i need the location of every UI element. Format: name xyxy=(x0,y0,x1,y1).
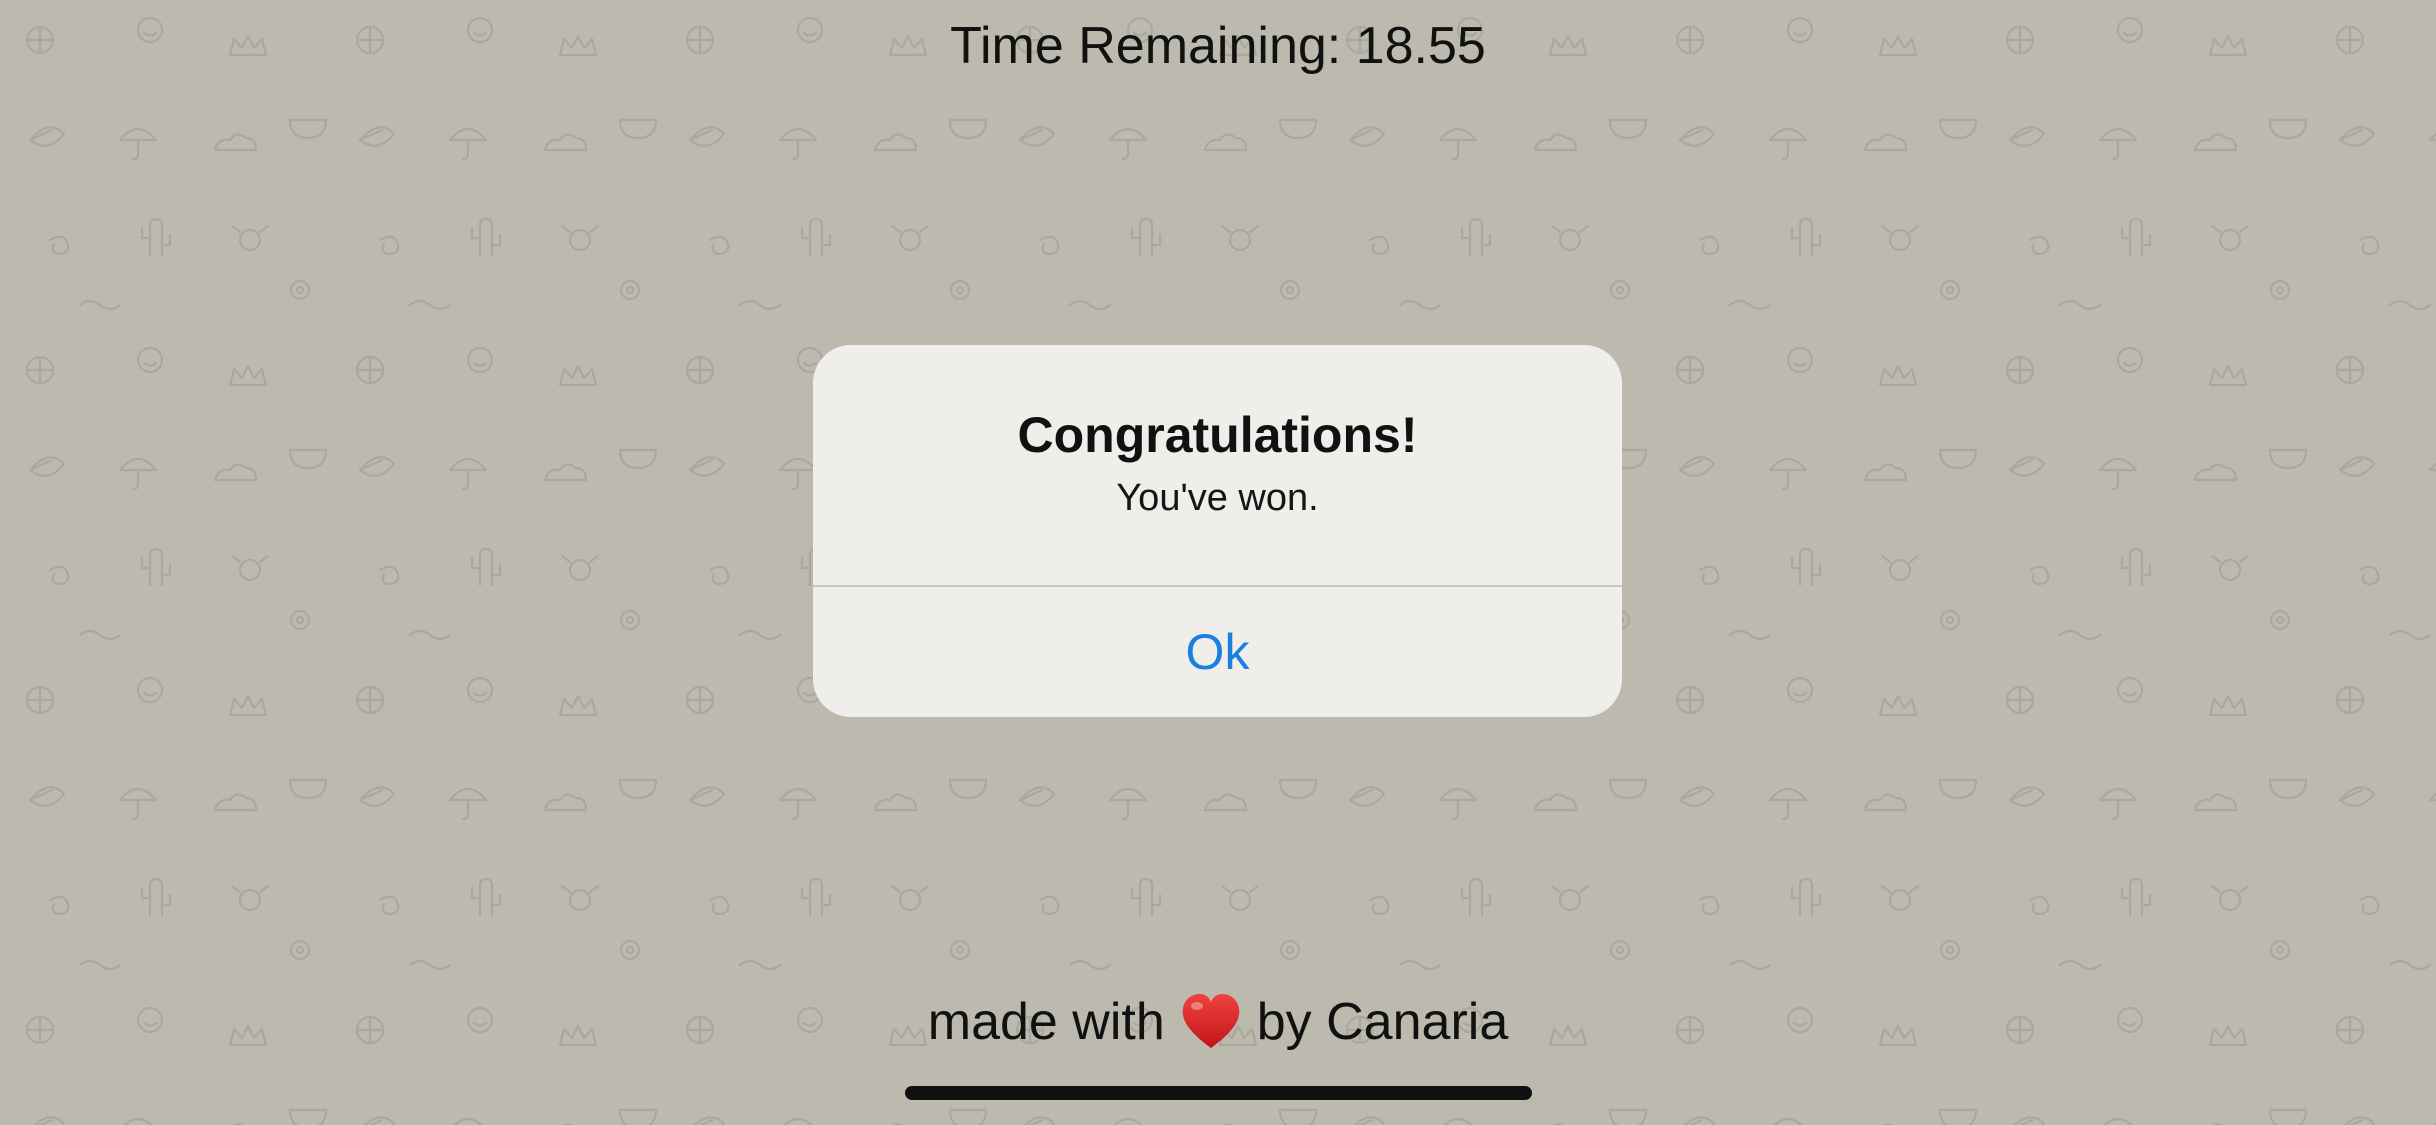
alert-title: Congratulations! xyxy=(1017,407,1418,463)
home-indicator[interactable] xyxy=(905,1086,1532,1100)
heart-icon xyxy=(1179,992,1243,1052)
win-alert-dialog: Congratulations! You've won. Ok xyxy=(813,345,1622,717)
footer-credit: made with by Canaria xyxy=(0,990,2436,1054)
footer-prefix: made with xyxy=(927,993,1165,1051)
footer-suffix: by Canaria xyxy=(1256,993,1509,1051)
ok-button[interactable]: Ok xyxy=(813,587,1622,717)
time-remaining-label: Time Remaining: 18.55 xyxy=(950,17,1486,75)
alert-message: You've won. xyxy=(1116,477,1319,519)
